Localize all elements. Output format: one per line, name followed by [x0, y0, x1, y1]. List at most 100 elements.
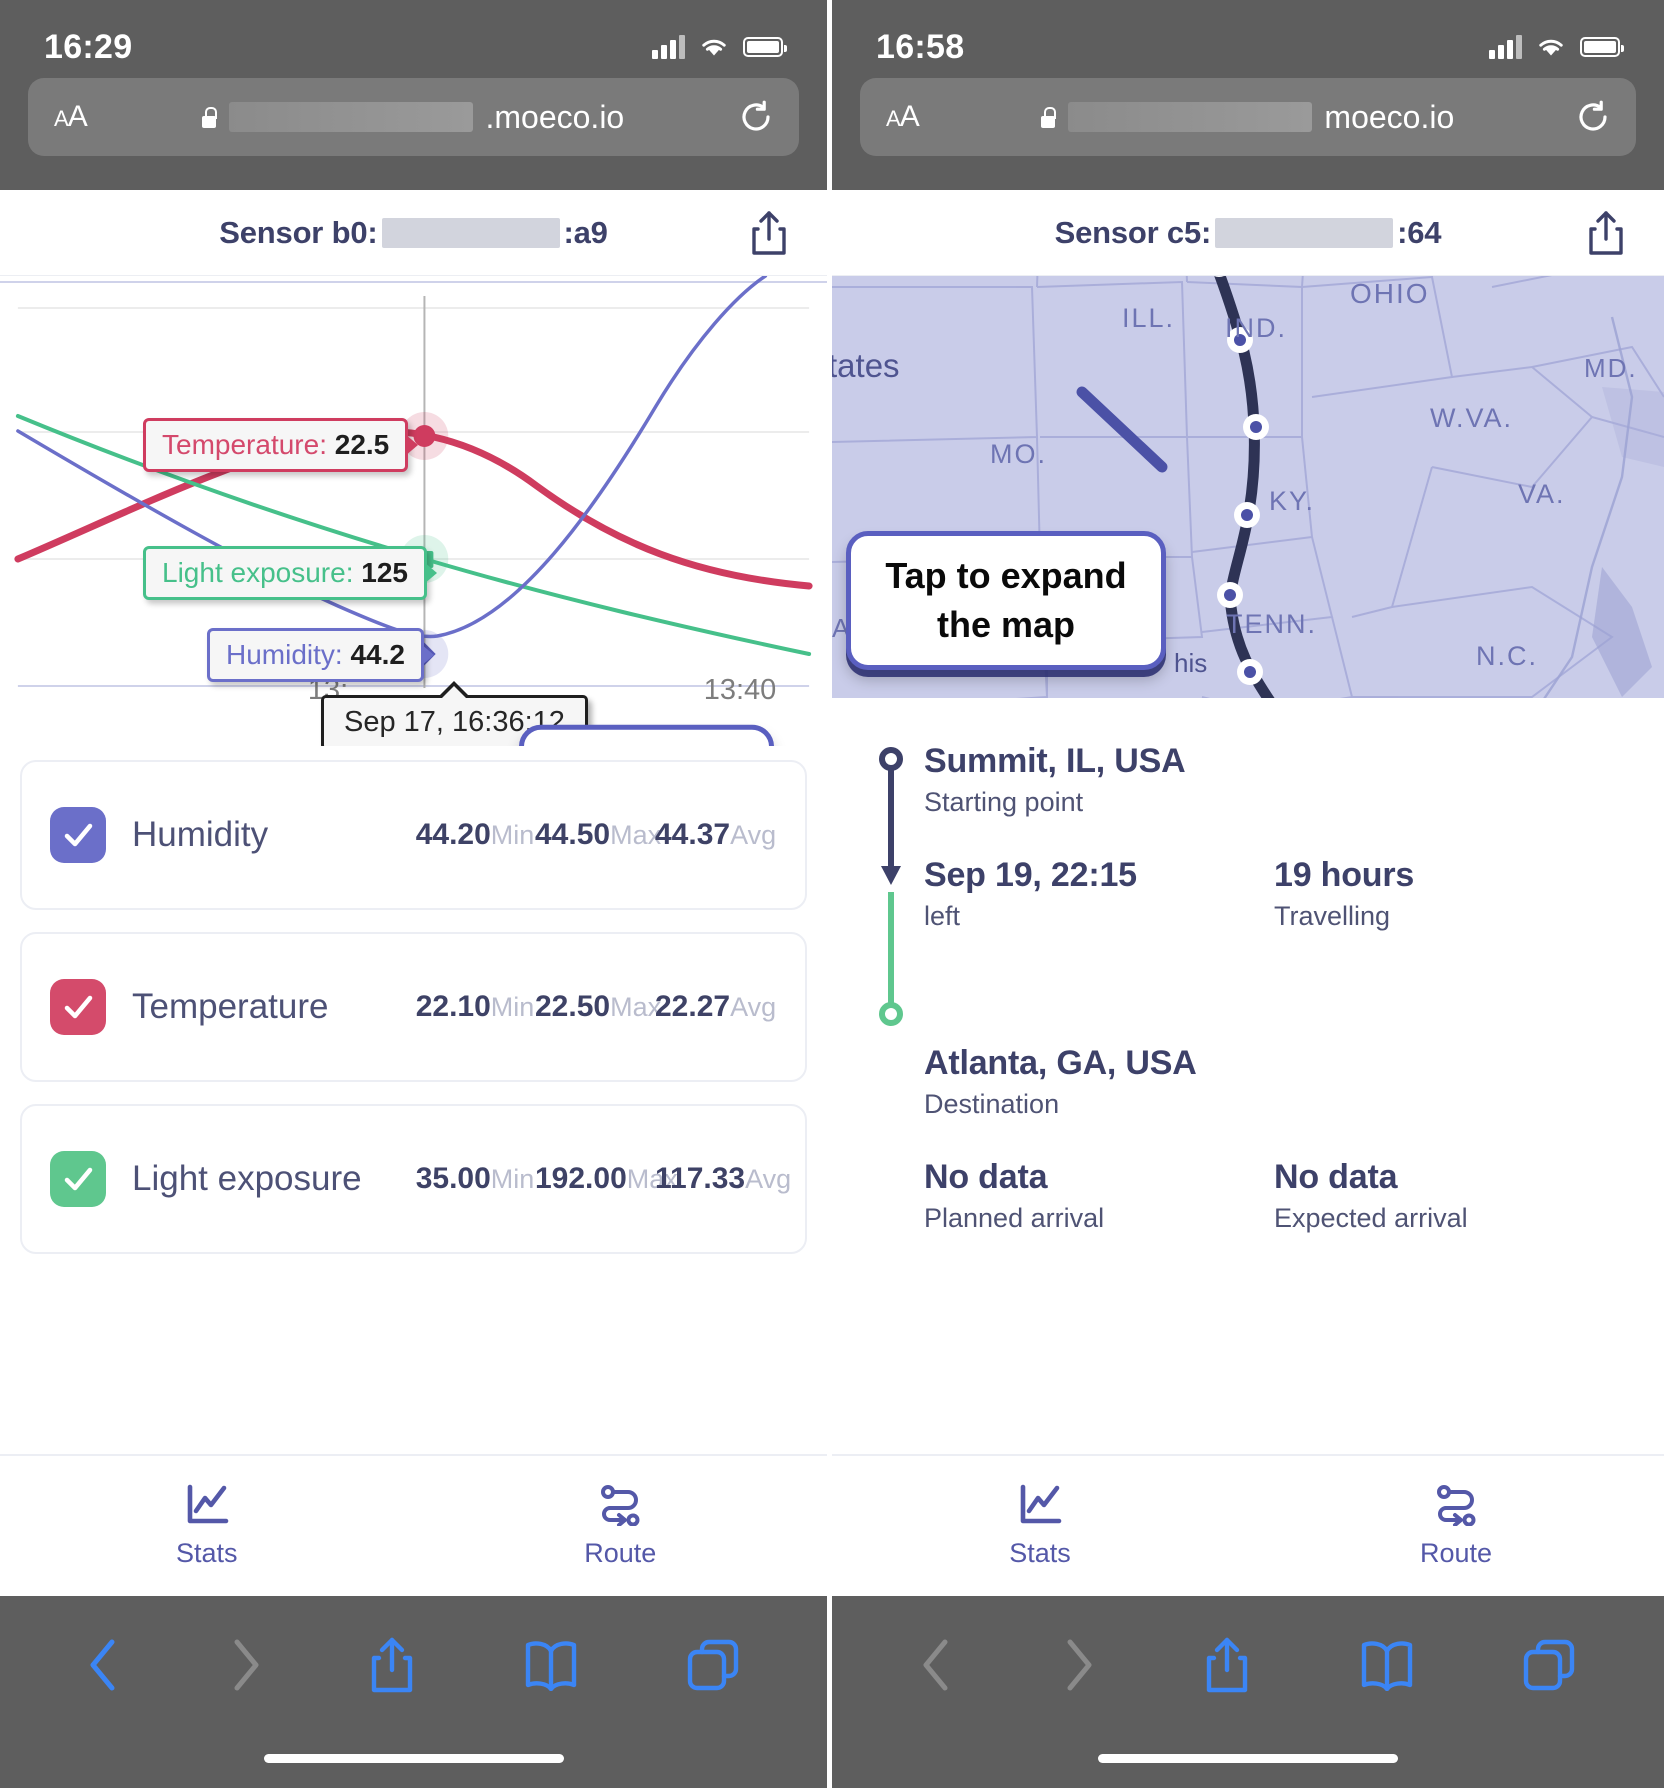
tooltip-humidity-label: Humidity — [226, 639, 335, 670]
metric-max: 44.50Max — [535, 817, 661, 853]
checkbox-light-exposure[interactable] — [50, 1151, 106, 1207]
expected-arrival-value: No data — [1274, 1158, 1398, 1196]
chart-line-icon — [1020, 1484, 1062, 1523]
metric-value: 35.00 — [415, 1161, 491, 1195]
svg-text:VA.: VA. — [1518, 479, 1566, 509]
bookmarks-icon[interactable] — [1359, 1639, 1415, 1696]
tab-stats-label: Stats — [175, 1537, 238, 1568]
tooltip-humidity-value: 44.2 — [350, 639, 405, 670]
route-icon — [1437, 1484, 1476, 1526]
sensor-name: Light exposure — [132, 1159, 362, 1198]
url-bar[interactable]: AAAA .moeco.io — [28, 78, 799, 156]
metric-min: 44.20Min — [415, 817, 535, 853]
travel-value: 19 hours — [1274, 856, 1415, 894]
share-icon[interactable] — [1203, 1636, 1251, 1699]
metric-max: 192.00Max — [535, 1161, 678, 1197]
check-icon — [64, 823, 93, 847]
tooltip-humidity: Humidity: 44.2 — [207, 628, 434, 682]
bookmarks-icon[interactable] — [523, 1639, 579, 1696]
sensor-id-suffix: :64 — [1397, 214, 1442, 250]
metric-value: 22.50 — [535, 989, 611, 1023]
sensor-chart[interactable]: Temperature: 22.5 Light exposure: 125 Hu… — [0, 276, 827, 746]
app-tab-bar: Stats Route — [832, 1454, 1664, 1596]
sensor-card-temperature[interactable]: Temperature 22.10Min 22.50Max 22.27Avg — [20, 932, 807, 1082]
text-size-button[interactable]: AA — [886, 100, 920, 134]
redacted-mac — [1215, 217, 1394, 248]
route-destination: Atlanta, GA, USA Destination — [924, 1044, 1300, 1120]
tabs-icon[interactable] — [686, 1638, 740, 1697]
metric-key: Avg — [730, 819, 777, 850]
status-icons — [652, 35, 787, 59]
tab-stats[interactable]: Stats — [0, 1484, 414, 1569]
dual-screenshot-container: 16:29 AAAA .moeco.io — [0, 0, 1666, 1788]
ios-chrome-top-right: 16:58 AA moeco.io — [832, 0, 1664, 190]
destination-title: Atlanta, GA, USA — [924, 1044, 1197, 1082]
metric-min: 35.00Min — [415, 1161, 535, 1197]
cellular-signal-icon — [1489, 35, 1522, 59]
share-icon[interactable] — [368, 1636, 416, 1699]
tooltip-light-exposure: Light exposure: 125 — [143, 546, 437, 600]
tap-to-expand-callout[interactable]: Tap to expand the map — [846, 531, 1166, 671]
redacted-mac — [381, 217, 560, 248]
route-destination-row: Atlanta, GA, USA Destination — [924, 1044, 1624, 1120]
url-display[interactable]: moeco.io — [919, 99, 1576, 136]
callout-line-2: the map — [936, 603, 1076, 645]
callout-line-1: Tap to expand — [885, 555, 1127, 596]
x-tick-1: 13:40 — [703, 674, 777, 706]
metric-max: 22.50Max — [535, 989, 661, 1025]
sensor-metrics: 22.10Min 22.50Max 22.27Avg — [415, 989, 777, 1025]
url-display[interactable]: .moeco.io — [87, 99, 739, 136]
url-bar[interactable]: AA moeco.io — [860, 78, 1636, 156]
forward-icon — [228, 1637, 262, 1698]
metric-key: Avg — [745, 1163, 792, 1194]
departure-value: Sep 19, 22:15 — [924, 856, 1137, 894]
route-map[interactable]: IOWA Omaha Chicago ILL. tates MO. IND. O… — [832, 276, 1664, 698]
departure-label: left — [924, 901, 961, 931]
sensor-id-suffix: :a9 — [563, 214, 608, 250]
destination-subtitle: Destination — [924, 1089, 1060, 1119]
tab-route[interactable]: Route — [414, 1484, 828, 1569]
travel-label: Travelling — [1274, 901, 1391, 931]
checkbox-temperature[interactable] — [50, 979, 106, 1035]
chart-line-icon — [187, 1484, 229, 1523]
back-icon[interactable] — [87, 1637, 121, 1698]
wifi-icon — [699, 36, 729, 58]
tab-stats[interactable]: Stats — [832, 1484, 1248, 1569]
metric-value: 44.20 — [415, 817, 491, 851]
metric-key: Avg — [730, 991, 777, 1022]
right-phone-screen: 16:58 AA moeco.io Sensor c5::64 ILL. ta… — [832, 0, 1664, 1788]
share-icon[interactable] — [749, 210, 789, 256]
lock-icon — [1040, 106, 1057, 128]
svg-text:MD.: MD. — [1584, 353, 1638, 383]
route-departure: Sep 19, 22:15 left — [924, 856, 1274, 932]
tabs-icon[interactable] — [1522, 1638, 1576, 1697]
tooltip-temperature-label: Temperature — [162, 429, 320, 460]
battery-icon — [743, 37, 787, 57]
status-bar: 16:58 — [832, 0, 1664, 72]
app-tab-bar: Stats Route — [0, 1454, 827, 1596]
reload-icon[interactable] — [739, 100, 773, 134]
checkbox-humidity[interactable] — [50, 807, 106, 863]
page-title: Sensor b0: :a9 — [219, 214, 608, 251]
tab-route[interactable]: Route — [1248, 1484, 1664, 1569]
redacted-domain — [1068, 102, 1313, 132]
battery-icon — [1580, 37, 1624, 57]
sensor-card-light-exposure[interactable]: Light exposure 35.00Min 192.00Max 117.33… — [20, 1104, 807, 1254]
metric-value: 22.10 — [415, 989, 491, 1023]
text-size-button[interactable]: AAAA — [54, 100, 88, 134]
svg-text:tates: tates — [832, 347, 900, 384]
sensor-id-prefix: Sensor b0: — [219, 214, 378, 250]
metric-value: 22.27 — [655, 989, 731, 1023]
share-icon[interactable] — [1586, 210, 1626, 256]
sensor-stat-cards: Humidity 44.20Min 44.50Max 44.37Avg Temp… — [0, 746, 827, 1276]
sensor-card-humidity[interactable]: Humidity 44.20Min 44.50Max 44.37Avg — [20, 760, 807, 910]
route-icon — [601, 1484, 640, 1526]
tap-to-view-callout[interactable]: Tap to view — [519, 724, 775, 746]
planned-arrival-label: Planned arrival — [924, 1203, 1105, 1233]
reload-icon[interactable] — [1576, 100, 1610, 134]
check-icon — [64, 995, 93, 1019]
svg-text:TENN.: TENN. — [1226, 609, 1317, 639]
metric-avg: 117.33Avg — [655, 1161, 791, 1197]
tooltip-arrow — [420, 644, 434, 666]
status-clock: 16:29 — [44, 27, 133, 66]
